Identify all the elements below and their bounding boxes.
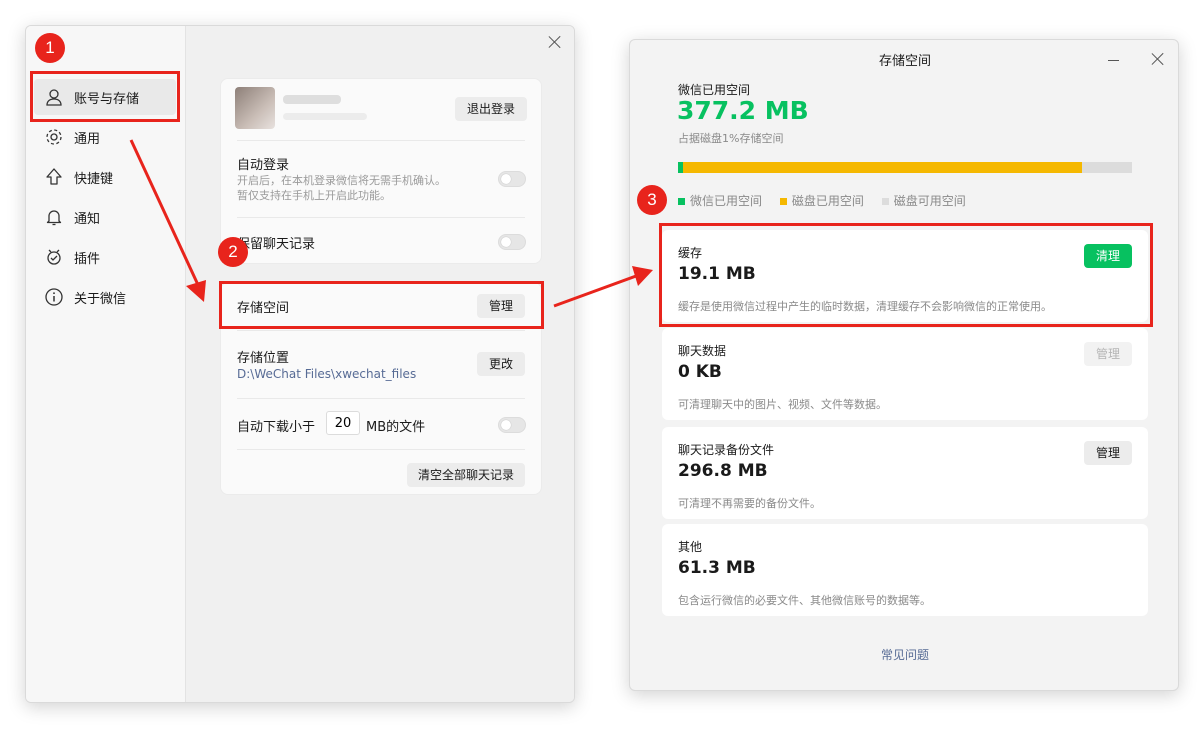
divider: [237, 330, 525, 331]
faq-link[interactable]: 常见问题: [630, 646, 1178, 663]
other-desc: 包含运行微信的必要文件、其他微信账号的数据等。: [678, 594, 931, 607]
highlight-box-storage-space: [219, 281, 544, 329]
clear-all-history-button[interactable]: 清空全部聊天记录: [407, 463, 525, 487]
backup-files-size: 296.8 MB: [678, 461, 768, 481]
close-icon[interactable]: [1151, 52, 1165, 66]
other-files-card: 其他 61.3 MB 包含运行微信的必要文件、其他微信账号的数据等。: [662, 524, 1148, 616]
plugin-icon: [47, 249, 61, 265]
info-icon: [45, 288, 63, 306]
chat-data-size: 0 KB: [678, 362, 722, 382]
auto-download-size-input[interactable]: [326, 411, 360, 435]
auto-login-title: 自动登录: [237, 158, 290, 173]
close-icon[interactable]: [548, 35, 562, 49]
bell-icon: [46, 210, 62, 226]
account-card: 退出登录 自动登录 开启后，在本机登录微信将无需手机确认。 暂仅支持在手机上开启…: [220, 78, 542, 264]
storage-usage-bar: [678, 162, 1132, 173]
legend-disk-free: 磁盘可用空间: [881, 194, 966, 208]
settings-window: 账号与存储 通用 快捷键 通知 插件 关于微信 退出登录 自动登录 开启后，在本…: [25, 25, 575, 703]
highlight-box-account-storage: [30, 71, 180, 122]
manage-backup-button[interactable]: 管理: [1084, 441, 1132, 465]
sidebar-item-shortcuts[interactable]: 快捷键: [34, 159, 176, 195]
auto-login-toggle[interactable]: [498, 171, 526, 187]
chat-data-card: 聊天数据 0 KB 可清理聊天中的图片、视频、文件等数据。 管理: [662, 328, 1148, 420]
highlight-box-cache: [659, 223, 1153, 327]
sidebar-item-general[interactable]: 通用: [34, 119, 176, 155]
other-label: 其他: [678, 540, 703, 554]
settings-main-panel: 退出登录 自动登录 开启后，在本机登录微信将无需手机确认。 暂仅支持在手机上开启…: [186, 26, 574, 702]
legend-disk-used: 磁盘已用空间: [779, 194, 864, 208]
auto-login-desc-line1: 开启后，在本机登录微信将无需手机确认。: [237, 174, 446, 187]
keep-history-toggle[interactable]: [498, 234, 526, 250]
storage-location-title: 存储位置: [237, 351, 290, 366]
auto-download-suffix: MB的文件: [366, 420, 426, 435]
auto-login-desc-line2: 暂仅支持在手机上开启此功能。: [237, 189, 391, 202]
manage-chat-data-button[interactable]: 管理: [1084, 342, 1132, 366]
arrow-up-icon: [46, 168, 62, 185]
minimize-icon[interactable]: [1108, 60, 1119, 62]
divider: [237, 217, 525, 218]
keep-history-title: 保留聊天记录: [237, 237, 316, 252]
chat-data-desc: 可清理聊天中的图片、视频、文件等数据。: [678, 398, 887, 411]
divider: [237, 449, 525, 450]
auto-download-toggle[interactable]: [498, 417, 526, 433]
sidebar-item-label: 插件: [74, 251, 101, 267]
storage-window: 存储空间 微信已用空间 377.2 MB 占据磁盘1%存储空间 微信已用空间 磁…: [629, 39, 1179, 691]
sidebar-item-label: 通用: [74, 131, 101, 147]
backup-files-desc: 可清理不再需要的备份文件。: [678, 497, 821, 510]
avatar: [235, 87, 275, 129]
sidebar-item-plugins[interactable]: 插件: [34, 239, 176, 275]
sidebar-item-label: 快捷键: [74, 171, 114, 187]
sidebar-item-notifications[interactable]: 通知: [34, 199, 176, 235]
backup-files-label: 聊天记录备份文件: [678, 443, 775, 457]
settings-sidebar: 账号与存储 通用 快捷键 通知 插件 关于微信: [26, 26, 186, 702]
storage-location-path[interactable]: D:\WeChat Files\xwechat_files: [237, 367, 416, 382]
usage-legend: 微信已用空间 磁盘已用空间 磁盘可用空间: [678, 192, 966, 209]
step-badge-2: 2: [218, 237, 248, 267]
bar-disk-used: [682, 162, 1083, 173]
blurred-account-id: [283, 113, 367, 120]
backup-files-card: 聊天记录备份文件 296.8 MB 可清理不再需要的备份文件。 管理: [662, 427, 1148, 519]
other-size: 61.3 MB: [678, 558, 756, 578]
wechat-used-size: 377.2 MB: [677, 96, 809, 125]
step-badge-1: 1: [35, 33, 65, 63]
sidebar-item-label: 关于微信: [74, 291, 127, 307]
legend-wechat: 微信已用空间: [678, 194, 762, 208]
step-badge-3: 3: [637, 185, 667, 215]
window-title: 存储空间: [878, 54, 931, 69]
divider: [237, 140, 525, 141]
gear-icon: [46, 129, 62, 145]
sidebar-item-label: 通知: [74, 211, 101, 227]
divider: [237, 398, 525, 399]
change-location-button[interactable]: 更改: [477, 352, 525, 376]
chat-data-label: 聊天数据: [678, 344, 727, 358]
auto-download-prefix: 自动下载小于: [237, 420, 316, 435]
blurred-nickname: [283, 95, 341, 104]
sidebar-item-about[interactable]: 关于微信: [34, 279, 176, 315]
disk-ratio-text: 占据磁盘1%存储空间: [678, 132, 784, 145]
logout-button[interactable]: 退出登录: [455, 97, 527, 121]
